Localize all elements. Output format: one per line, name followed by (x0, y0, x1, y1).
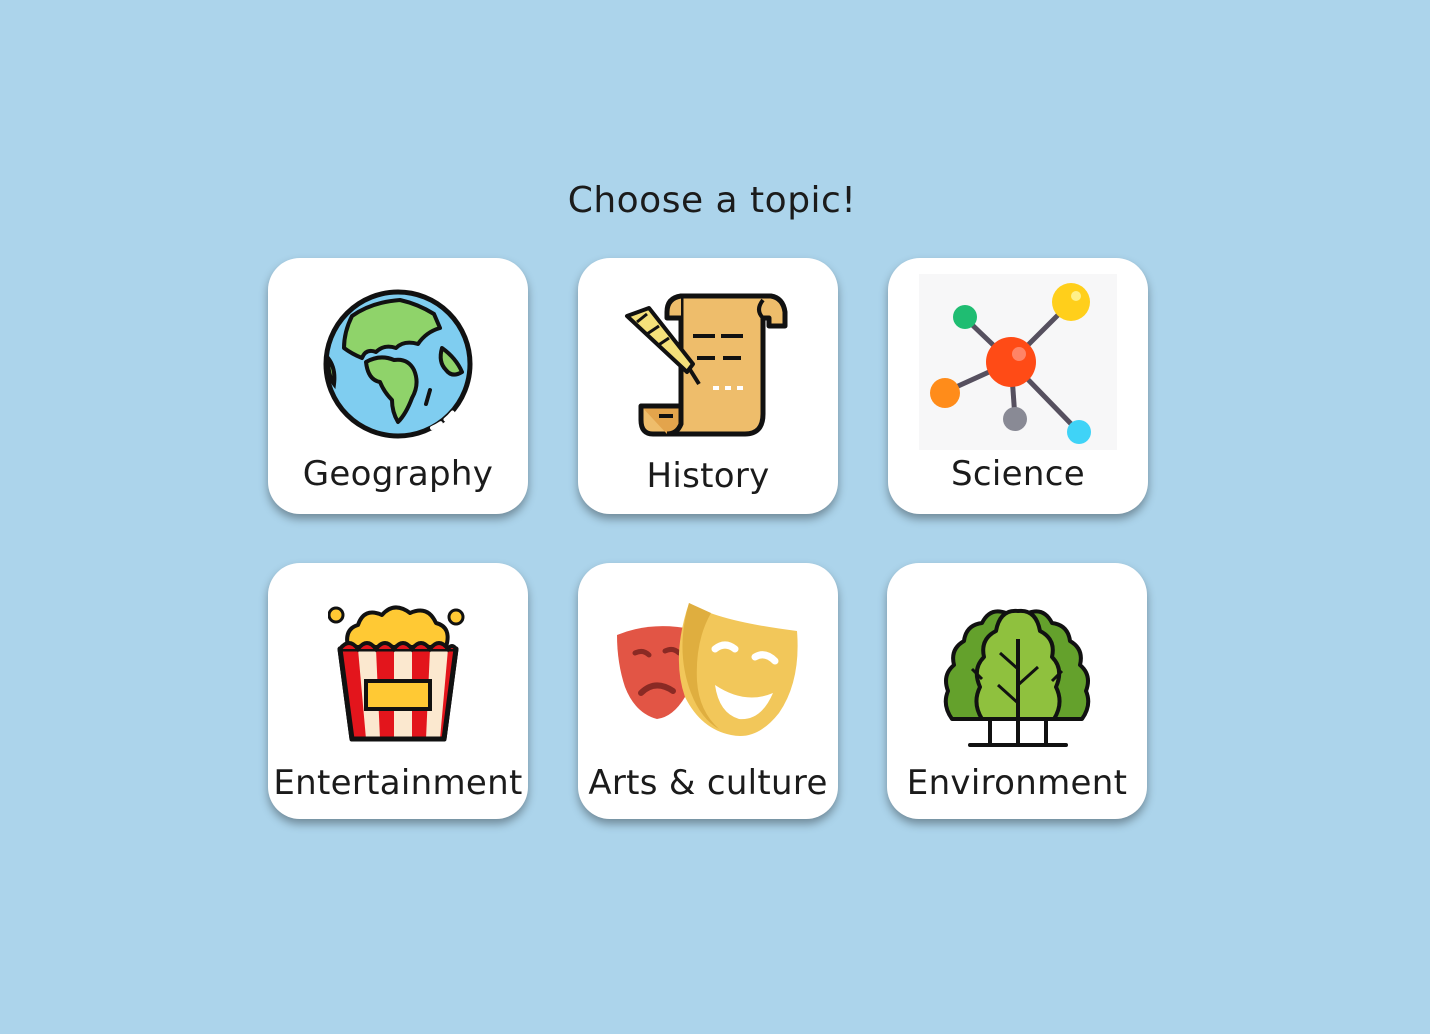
popcorn-icon (268, 603, 528, 743)
topic-card-science[interactable]: Science (888, 258, 1148, 514)
topic-label: Entertainment (273, 763, 523, 803)
topic-label: Environment (906, 763, 1128, 803)
topic-card-geography[interactable]: Geography (268, 258, 528, 514)
scroll-quill-icon (578, 288, 838, 440)
topic-label: History (646, 456, 770, 496)
topic-card-environment[interactable]: Environment (887, 563, 1147, 819)
topic-card-history[interactable]: History (578, 258, 838, 514)
topic-card-entertainment[interactable]: Entertainment (268, 563, 528, 819)
molecule-icon (888, 274, 1148, 450)
topic-label: Science (951, 454, 1085, 494)
theater-masks-icon (578, 601, 838, 741)
trees-icon (887, 599, 1147, 751)
globe-icon (268, 288, 528, 440)
topic-card-arts-culture[interactable]: Arts & culture (578, 563, 838, 819)
page-title: Choose a topic! (567, 180, 857, 221)
topic-label: Arts & culture (588, 763, 828, 803)
topic-label: Geography (302, 454, 494, 494)
